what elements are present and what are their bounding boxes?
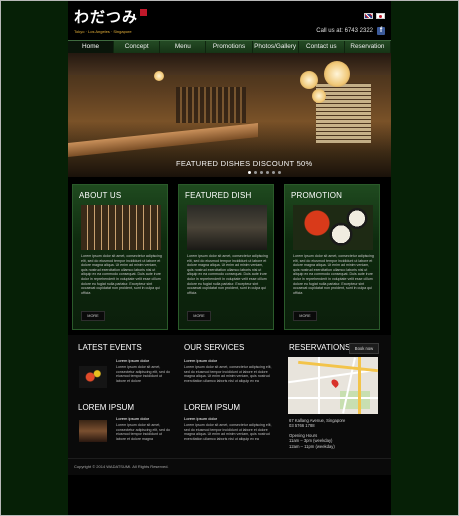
latest-events-title: LATEST EVENTS	[78, 343, 142, 352]
event-item-text: Lorem ipsum dolor sit amet, consectetur …	[116, 365, 170, 383]
hero-counter	[68, 123, 258, 157]
slider-dot[interactable]	[260, 171, 263, 174]
hero-lamp	[300, 71, 318, 89]
uk-flag-icon[interactable]	[364, 13, 373, 19]
hero-slider[interactable]: FEATURED DISHES DISCOUNT 50%	[68, 53, 391, 177]
slider-dot[interactable]	[266, 171, 269, 174]
hero-caption: FEATURED DISHES DISCOUNT 50%	[176, 159, 313, 168]
restaurant-interior-image	[81, 205, 161, 250]
event-item-title[interactable]: Lorem ipsum dolor	[116, 358, 149, 363]
map-road	[288, 397, 378, 399]
hours-weekend: 12am – 11pm (weekday)	[289, 443, 335, 449]
main-nav: Home Concept Menu Promotions Photos/Gall…	[68, 40, 391, 54]
services-item-text: Lorem ipsum dolor sit amet, consectetur …	[184, 365, 272, 383]
nav-item-home[interactable]: Home	[68, 41, 115, 53]
hero-lamp	[312, 89, 326, 103]
lorem-item-title[interactable]: Lorem ipsum dolor	[116, 416, 149, 421]
book-now-button[interactable]: Book now	[349, 343, 379, 354]
promotion-card: PROMOTION Lorem ipsum dolor sit amet, co…	[284, 184, 380, 330]
sushi-image	[293, 205, 373, 250]
nav-item-promotions[interactable]: Promotions	[206, 41, 253, 53]
lorem-thumbnail[interactable]	[79, 420, 107, 442]
site-header: わだつみ Tokyo · Los Angeles · Singapore Cal…	[68, 0, 391, 40]
about-more-button[interactable]: MORE	[81, 311, 105, 321]
facebook-icon[interactable]: f	[377, 27, 385, 35]
location-map[interactable]	[288, 357, 378, 414]
footer-divider	[68, 458, 391, 459]
lorem-ipsum-title: LOREM IPSUM	[78, 403, 135, 412]
slider-dot[interactable]	[254, 171, 257, 174]
hero-shelf	[176, 87, 246, 123]
slider-dot[interactable]	[278, 171, 281, 174]
logo-text: わだつみ	[74, 8, 139, 26]
language-switcher	[364, 13, 385, 19]
event-thumbnail[interactable]	[79, 366, 107, 388]
nav-item-gallery[interactable]: Photos/Gallery	[253, 41, 299, 53]
card-text: Lorem ipsum dolor sit amet, consectetur …	[187, 254, 268, 295]
nav-item-concept[interactable]: Concept	[114, 41, 161, 53]
nav-item-reservation[interactable]: Reservation	[345, 41, 391, 53]
dining-room-image	[187, 205, 267, 250]
slider-dot[interactable]	[272, 171, 275, 174]
hero-lamp	[324, 61, 350, 87]
map-highway	[298, 360, 378, 373]
card-title: PROMOTION	[291, 191, 343, 200]
logo-seal-icon	[140, 9, 148, 16]
nav-item-menu[interactable]: Menu	[160, 41, 207, 53]
japan-flag-icon[interactable]	[376, 13, 385, 19]
about-us-card: ABOUT US Lorem ipsum dolor sit amet, con…	[72, 184, 168, 330]
lorem-2-item-title[interactable]: Lorem ipsum dolor	[184, 416, 217, 421]
logo-subtitle: Tokyo · Los Angeles · Singapore	[74, 29, 132, 34]
nav-item-contact[interactable]: Contact us	[299, 41, 345, 53]
map-highway	[358, 357, 361, 414]
card-text: Lorem ipsum dolor sit amet, consectetur …	[293, 254, 374, 295]
card-title: ABOUT US	[79, 191, 122, 200]
site-logo[interactable]: わだつみ	[74, 6, 148, 27]
lorem-ipsum-2-title: LOREM IPSUM	[184, 403, 241, 412]
reservation-details: 67 Kallang Avenue, Singapore 03 5766 178…	[289, 418, 345, 449]
slider-dots	[248, 171, 281, 174]
lorem-2-item-text: Lorem ipsum dolor sit amet, consectetur …	[184, 423, 272, 441]
card-title: FEATURED DISH	[185, 191, 252, 200]
map-pin-icon[interactable]	[330, 378, 340, 388]
featured-dish-card: FEATURED DISH Lorem ipsum dolor sit amet…	[178, 184, 274, 330]
our-services-title: OUR SERVICES	[184, 343, 245, 352]
phone-contact: Call us at: 6743 2322	[316, 28, 373, 34]
slider-dot[interactable]	[248, 171, 251, 174]
hero-lamp	[154, 71, 164, 81]
services-item-title[interactable]: Lorem ipsum dolor	[184, 358, 217, 363]
footer-copyright: Copyright © 2014 WADATSUMI. All Rights R…	[74, 464, 169, 469]
reservations-title: RESERVATIONS	[289, 343, 351, 352]
promotion-more-button[interactable]: MORE	[293, 311, 317, 321]
card-text: Lorem ipsum dolor sit amet, consectetur …	[81, 254, 162, 295]
featured-more-button[interactable]: MORE	[187, 311, 211, 321]
lorem-item-text: Lorem ipsum dolor sit amet, consectetur …	[116, 423, 170, 441]
